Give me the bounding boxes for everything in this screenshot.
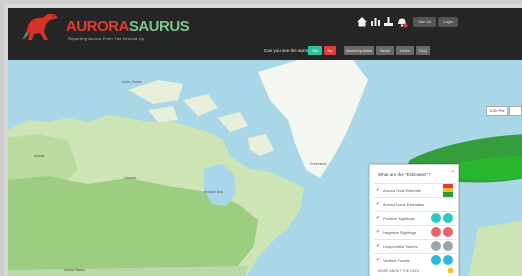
positive-pin-icon <box>431 213 441 223</box>
legend-item-label: Positive Sightings <box>383 216 415 221</box>
chart-icon[interactable] <box>370 16 381 27</box>
map-label-united-states: United States <box>64 268 86 272</box>
map-label-greenland: Greenland <box>310 162 327 166</box>
legend-item-label: Unspecified Tweets <box>383 244 418 249</box>
more-about-data-link[interactable]: MORE ABOUT THE DATA <box>378 269 419 273</box>
no-button[interactable]: No <box>324 46 336 55</box>
positive-cluster-icon <box>443 213 453 223</box>
app-window: AURORASAURUS Reporting Aurora From The G… <box>0 0 522 276</box>
map-label-arctic-ocean: Arctic Ocean <box>122 80 143 84</box>
site-header: AURORASAURUS Reporting Aurora From The G… <box>8 8 522 60</box>
verified-cluster-icon <box>443 255 453 265</box>
check-icon[interactable]: ✔ <box>376 229 380 235</box>
nav-news[interactable]: News <box>376 46 394 55</box>
check-icon[interactable]: ✔ <box>376 201 380 207</box>
map-label-canada: Canada <box>124 176 137 180</box>
legend-item-label: Negative Sightings <box>383 230 417 235</box>
check-icon[interactable]: ✔ <box>376 215 380 221</box>
layers-icon[interactable] <box>509 106 522 116</box>
check-icon[interactable]: ✔ <box>376 187 380 193</box>
map-label-hudson-bay: Hudson Bay <box>204 190 224 194</box>
unspecified-pin-icon <box>431 241 441 251</box>
brand-name-part1: AURORA <box>66 18 129 35</box>
check-icon[interactable]: ✔ <box>376 243 380 249</box>
legend-item-aurora-lions[interactable]: ✔ Aurora Lions Estimates <box>374 197 456 210</box>
legend-title[interactable]: What are the "Estimates"? <box>378 172 430 177</box>
legend-item-label: Aurora Lions Estimates <box>383 202 425 207</box>
negative-pin-icon <box>431 227 441 237</box>
legend-item-label: Aurora Oval Estimate <box>383 188 422 193</box>
join-us-button[interactable]: Join Us <box>413 17 437 27</box>
brand-name-part2: SAURUS <box>128 18 190 35</box>
nav-faq[interactable]: FAQ <box>416 46 430 55</box>
info-icon[interactable] <box>448 268 453 273</box>
nav-alerts-updates[interactable]: Alerts/Updates <box>344 46 374 55</box>
legend-panel: What are the "Estimates"? × ✔ Aurora Ova… <box>369 164 459 276</box>
home-icon[interactable] <box>356 16 368 27</box>
report-question: Can you see the aurora? <box>264 48 314 53</box>
legend-item-aurora-oval[interactable]: ✔ Aurora Oval Estimate <box>374 183 456 197</box>
nav-learn[interactable]: Learn <box>396 46 414 55</box>
bell-icon[interactable] <box>396 16 408 28</box>
oval-gradient-swatch <box>443 184 453 197</box>
brand-tagline: Reporting Aurora From The Ground Up <box>68 36 145 41</box>
brand-name[interactable]: AURORASAURUS <box>66 18 190 35</box>
legend-item-label: Verified Tweets <box>383 258 411 263</box>
dinosaur-logo-icon[interactable] <box>20 12 64 42</box>
tools-icon[interactable] <box>383 16 394 27</box>
close-icon[interactable]: × <box>451 169 454 175</box>
negative-cluster-icon <box>443 227 453 237</box>
map-label-alaska: Alaska <box>34 154 45 158</box>
legend-item-verified-tweets[interactable]: ✔ Verified Tweets <box>374 253 456 266</box>
yes-button[interactable]: Yes <box>308 46 322 55</box>
check-icon[interactable]: ✔ <box>376 257 380 263</box>
legend-item-positive[interactable]: ✔ Positive Sightings <box>374 211 456 224</box>
zoom-control[interactable]: 3.2h Pnt <box>486 106 508 116</box>
verified-pin-icon <box>431 255 441 265</box>
unspecified-cluster-icon <box>443 241 453 251</box>
legend-item-negative[interactable]: ✔ Negative Sightings <box>374 225 456 238</box>
login-button[interactable]: Login <box>438 17 458 27</box>
legend-item-unspecified-tweets[interactable]: ✔ Unspecified Tweets <box>374 239 456 252</box>
